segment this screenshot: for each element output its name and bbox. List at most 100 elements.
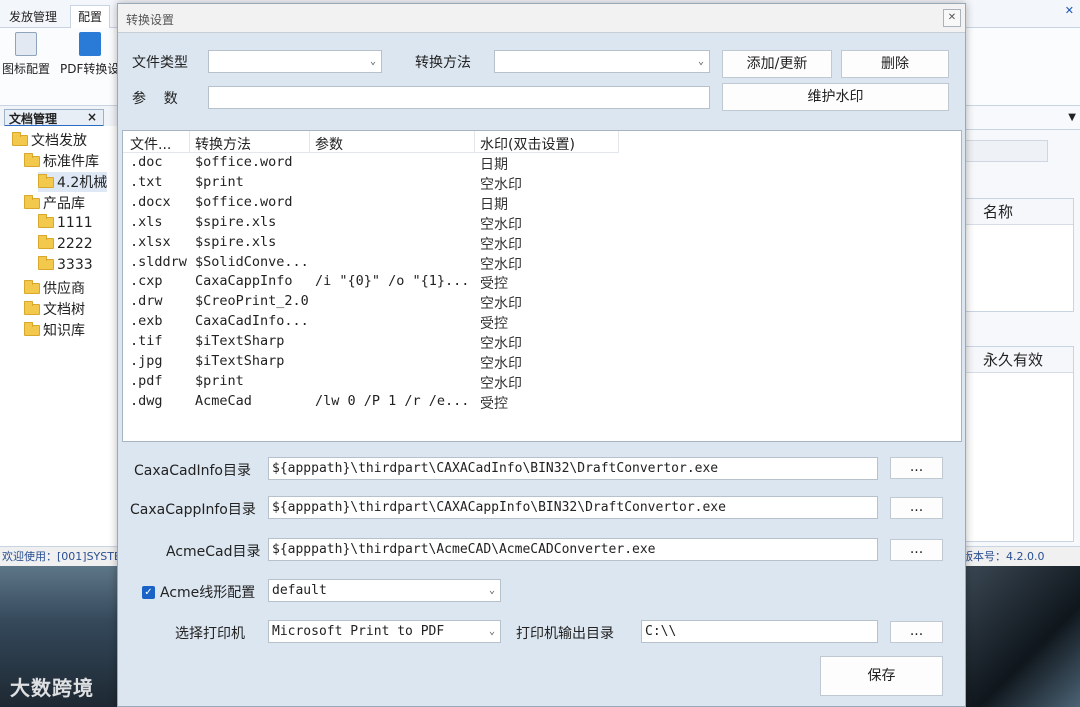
- caxa-capp-label: CaxaCappInfo目录: [130, 502, 256, 518]
- tree-node[interactable]: 1111: [38, 214, 93, 231]
- right-grid-top: 名称: [964, 198, 1074, 312]
- cell-method: $office.word: [195, 193, 293, 210]
- table-row[interactable]: .docx $office.word 日期: [123, 193, 618, 213]
- folder-icon: [24, 195, 40, 209]
- method-combo[interactable]: ⌄: [494, 50, 710, 73]
- table-row[interactable]: .xls $spire.xls 空水印: [123, 213, 618, 233]
- save-button[interactable]: 保存: [820, 656, 943, 696]
- folder-icon: [24, 301, 40, 315]
- desktop-watermark: 大数跨境: [10, 676, 94, 700]
- tree-node[interactable]: 3333: [38, 256, 93, 273]
- column-separator[interactable]: [189, 131, 190, 153]
- table-row[interactable]: .dwg AcmeCad/lw 0 /P 1 /r /e... 受控: [123, 392, 618, 412]
- cell-filetype: .txt: [130, 173, 163, 190]
- table-row[interactable]: .drw $CreoPrint_2.0 空水印: [123, 292, 618, 312]
- browse-printer-output-button[interactable]: ...: [890, 621, 943, 643]
- column-separator[interactable]: [618, 131, 619, 153]
- column-header-name[interactable]: 名称: [965, 199, 1073, 225]
- maintain-watermark-button[interactable]: 维护水印: [722, 83, 949, 111]
- tree-node[interactable]: 文档树: [24, 299, 85, 319]
- convert-settings-dialog: 转换设置 ✕ 文件类型 ⌄ 转换方法 ⌄ 添加/更新 删除 参 数 维护水印 文…: [117, 3, 966, 707]
- printer-combo[interactable]: Microsoft Print to PDF ⌄: [268, 620, 501, 643]
- column-header-param[interactable]: 参数: [315, 134, 343, 154]
- delete-button[interactable]: 删除: [841, 50, 949, 78]
- add-update-button[interactable]: 添加/更新: [722, 50, 832, 78]
- tab-release-management[interactable]: 发放管理: [2, 6, 64, 27]
- close-icon[interactable]: ✕: [1065, 4, 1074, 17]
- cell-filetype: .doc: [130, 154, 163, 170]
- table-row[interactable]: .txt $print 空水印: [123, 173, 618, 193]
- cell-watermark: 空水印: [480, 375, 522, 392]
- acme-label: AcmeCad目录: [166, 544, 261, 560]
- pdf-convert-label: PDF转换设: [60, 62, 120, 76]
- cell-method: AcmeCad: [195, 392, 252, 409]
- chevron-down-icon: ⌄: [369, 56, 376, 67]
- column-header-permanent[interactable]: 永久有效: [965, 347, 1073, 373]
- icon-config-button[interactable]: 图标配置: [2, 32, 50, 77]
- dialog-title: 转换设置: [126, 13, 175, 27]
- cell-method: $spire.xls: [195, 213, 277, 230]
- column-header-watermark[interactable]: 水印(双击设置): [480, 134, 575, 154]
- column-separator[interactable]: [309, 131, 310, 153]
- tree-node[interactable]: 供应商: [24, 278, 85, 298]
- cell-watermark: 受控: [480, 395, 508, 412]
- tree-node[interactable]: 文档发放: [12, 130, 87, 150]
- cell-filetype: .dwg: [130, 392, 163, 409]
- chevron-down-icon[interactable]: ▼: [1068, 112, 1076, 123]
- tree-node-selected[interactable]: 4.2机械: [38, 172, 108, 192]
- column-header-method[interactable]: 转换方法: [195, 134, 251, 154]
- tree-node[interactable]: 标准件库: [24, 151, 99, 171]
- tab-config[interactable]: 配置: [70, 5, 111, 29]
- doc-management-tab[interactable]: 文档管理 ×: [4, 109, 104, 127]
- folder-icon: [12, 132, 28, 146]
- column-separator[interactable]: [474, 131, 475, 153]
- param-input[interactable]: [208, 86, 710, 109]
- tree-node[interactable]: 2222: [38, 235, 93, 252]
- cell-method: CaxaCappInfo: [195, 273, 293, 290]
- chevron-down-icon: ⌄: [488, 626, 495, 637]
- table-row[interactable]: .doc $office.word 日期: [123, 153, 618, 173]
- tree-node[interactable]: 知识库: [24, 320, 85, 340]
- cell-filetype: .docx: [130, 193, 171, 210]
- cell-filetype: .jpg: [130, 353, 163, 369]
- table-row[interactable]: .slddrw $SolidConve... 空水印: [123, 253, 618, 273]
- cell-method: $spire.xls: [195, 233, 277, 250]
- browse-caxa-cad-button[interactable]: ...: [890, 457, 943, 479]
- tree-node[interactable]: 产品库: [24, 193, 85, 213]
- dialog-close-button[interactable]: ✕: [943, 9, 961, 27]
- doc-management-label: 文档管理: [9, 112, 58, 126]
- pdf-convert-button[interactable]: PDF转换设: [60, 32, 119, 77]
- printer-output-input[interactable]: C:\\: [641, 620, 878, 643]
- table-row[interactable]: .tif $iTextSharp 空水印: [123, 332, 618, 352]
- table-row[interactable]: .jpg $iTextSharp 空水印: [123, 352, 618, 372]
- table-row[interactable]: .xlsx $spire.xls 空水印: [123, 233, 618, 253]
- file-type-combo[interactable]: ⌄: [208, 50, 382, 73]
- right-panel: ▼ 名称 永久有效: [964, 106, 1080, 566]
- caxa-capp-path-input[interactable]: ${apppath}\thirdpart\CAXACappInfo\BIN32\…: [268, 496, 878, 519]
- browse-acme-button[interactable]: ...: [890, 539, 943, 561]
- table-row[interactable]: .cxp CaxaCappInfo/i "{0}" /o "{1}... 受控: [123, 272, 618, 292]
- acme-line-combo[interactable]: default ⌄: [268, 579, 501, 602]
- chevron-down-icon: ⌄: [488, 585, 495, 596]
- right-toolbar: ▼: [964, 110, 1080, 130]
- table-row[interactable]: .exb CaxaCadInfo... 受控: [123, 312, 618, 332]
- column-header-filetype[interactable]: 文件...: [130, 134, 171, 154]
- cell-filetype: .tif: [130, 333, 163, 350]
- cell-param: /i "{0}" /o "{1}...: [315, 273, 470, 290]
- cell-watermark: 空水印: [480, 336, 522, 353]
- cell-filetype: .drw: [130, 293, 163, 310]
- close-tab-icon[interactable]: ×: [87, 110, 97, 124]
- table-row[interactable]: .pdf $print 空水印: [123, 372, 618, 392]
- acme-line-checkbox[interactable]: ✓: [142, 586, 155, 599]
- browse-caxa-capp-button[interactable]: ...: [890, 497, 943, 519]
- chevron-down-icon: ⌄: [697, 56, 704, 67]
- conversion-table[interactable]: 文件... 转换方法 参数 水印(双击设置) .doc $office.word 日…: [122, 130, 962, 442]
- right-search-box[interactable]: [964, 140, 1048, 162]
- table-header: 文件... 转换方法 参数 水印(双击设置): [123, 131, 619, 154]
- acme-path-input[interactable]: ${apppath}\thirdpart\AcmeCAD\AcmeCADConv…: [268, 538, 878, 561]
- folder-icon: [24, 322, 40, 336]
- cell-watermark: 空水印: [480, 176, 522, 193]
- cell-watermark: 空水印: [480, 296, 522, 313]
- caxa-cad-path-input[interactable]: ${apppath}\thirdpart\CAXACadInfo\BIN32\D…: [268, 457, 878, 480]
- folder-icon: [38, 256, 54, 270]
